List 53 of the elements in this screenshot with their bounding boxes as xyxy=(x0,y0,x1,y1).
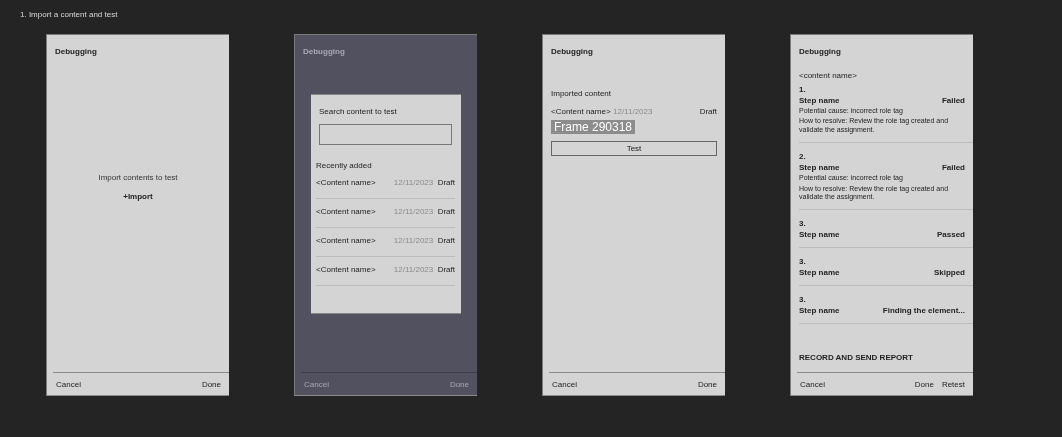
report-link[interactable]: RECORD AND SEND REPORT xyxy=(799,353,965,362)
page-caption: 1. Import a content and test xyxy=(20,10,119,21)
cancel-button[interactable]: Cancel xyxy=(552,379,577,389)
step-name: Step name xyxy=(799,230,840,240)
footer-button[interactable]: Retest xyxy=(941,379,965,389)
step-result: Skipped xyxy=(933,268,965,278)
content-date: 12/11/2023 xyxy=(393,236,435,245)
content-status: Draft xyxy=(437,265,455,274)
section-heading: Imported content xyxy=(551,89,613,98)
content-name[interactable]: <Content name> xyxy=(316,265,394,274)
footer-button[interactable]: Done xyxy=(914,379,934,389)
footer-button[interactable]: Done xyxy=(697,379,717,389)
search-field[interactable] xyxy=(319,124,452,145)
cancel-button[interactable]: Cancel xyxy=(56,379,81,389)
cancel-button[interactable]: Cancel xyxy=(800,379,825,389)
step-result: Failed xyxy=(941,96,965,105)
step-number: 2. xyxy=(799,152,807,162)
cancel-button[interactable]: Cancel xyxy=(304,379,329,389)
step-name: Step name xyxy=(799,268,840,278)
test-button[interactable]: Test xyxy=(551,141,717,156)
content-date: 12/11/2023 xyxy=(393,265,435,274)
panel-title: Debugging xyxy=(302,46,346,58)
content-status: Draft xyxy=(437,236,455,245)
section-heading: Recently added xyxy=(316,161,373,170)
content-status: Draft xyxy=(437,207,455,216)
empty-message: Import contents to test xyxy=(98,173,178,182)
step-name: Step name xyxy=(799,96,840,105)
step-result: Failed xyxy=(941,163,965,173)
content-status: Draft xyxy=(437,178,455,187)
footer-button[interactable]: Done xyxy=(201,379,221,389)
panel-title: Debugging xyxy=(550,46,594,58)
panel-title: Debugging xyxy=(798,46,842,58)
content-name[interactable]: <Content name> xyxy=(316,236,394,245)
content-name[interactable]: <Content name> xyxy=(316,207,394,216)
step-number: 3. xyxy=(799,295,807,305)
content-date: 12/11/2023 xyxy=(393,207,435,216)
step-number: 3. xyxy=(799,257,807,267)
search-label: Search content to test xyxy=(318,107,398,116)
content-status: Draft xyxy=(699,107,717,116)
content-name: <content name> xyxy=(799,71,858,80)
content-name[interactable]: <Content name> xyxy=(316,178,394,187)
content-date: 12/11/2023 xyxy=(393,178,435,187)
step-number: 3. xyxy=(799,219,807,229)
content-name[interactable]: <Content name> xyxy=(551,107,613,116)
step-name: Step name xyxy=(799,163,840,173)
content-date: 12/11/2023 xyxy=(613,107,654,116)
panel-title: Debugging xyxy=(54,46,98,58)
step-result: Finding the element... xyxy=(882,306,965,316)
import-link[interactable]: +Import xyxy=(123,192,153,201)
step-result: Passed xyxy=(936,230,965,240)
step-number: 1. xyxy=(799,85,807,94)
frame-label: Frame 290318 xyxy=(551,120,636,134)
step-name: Step name xyxy=(799,306,840,316)
